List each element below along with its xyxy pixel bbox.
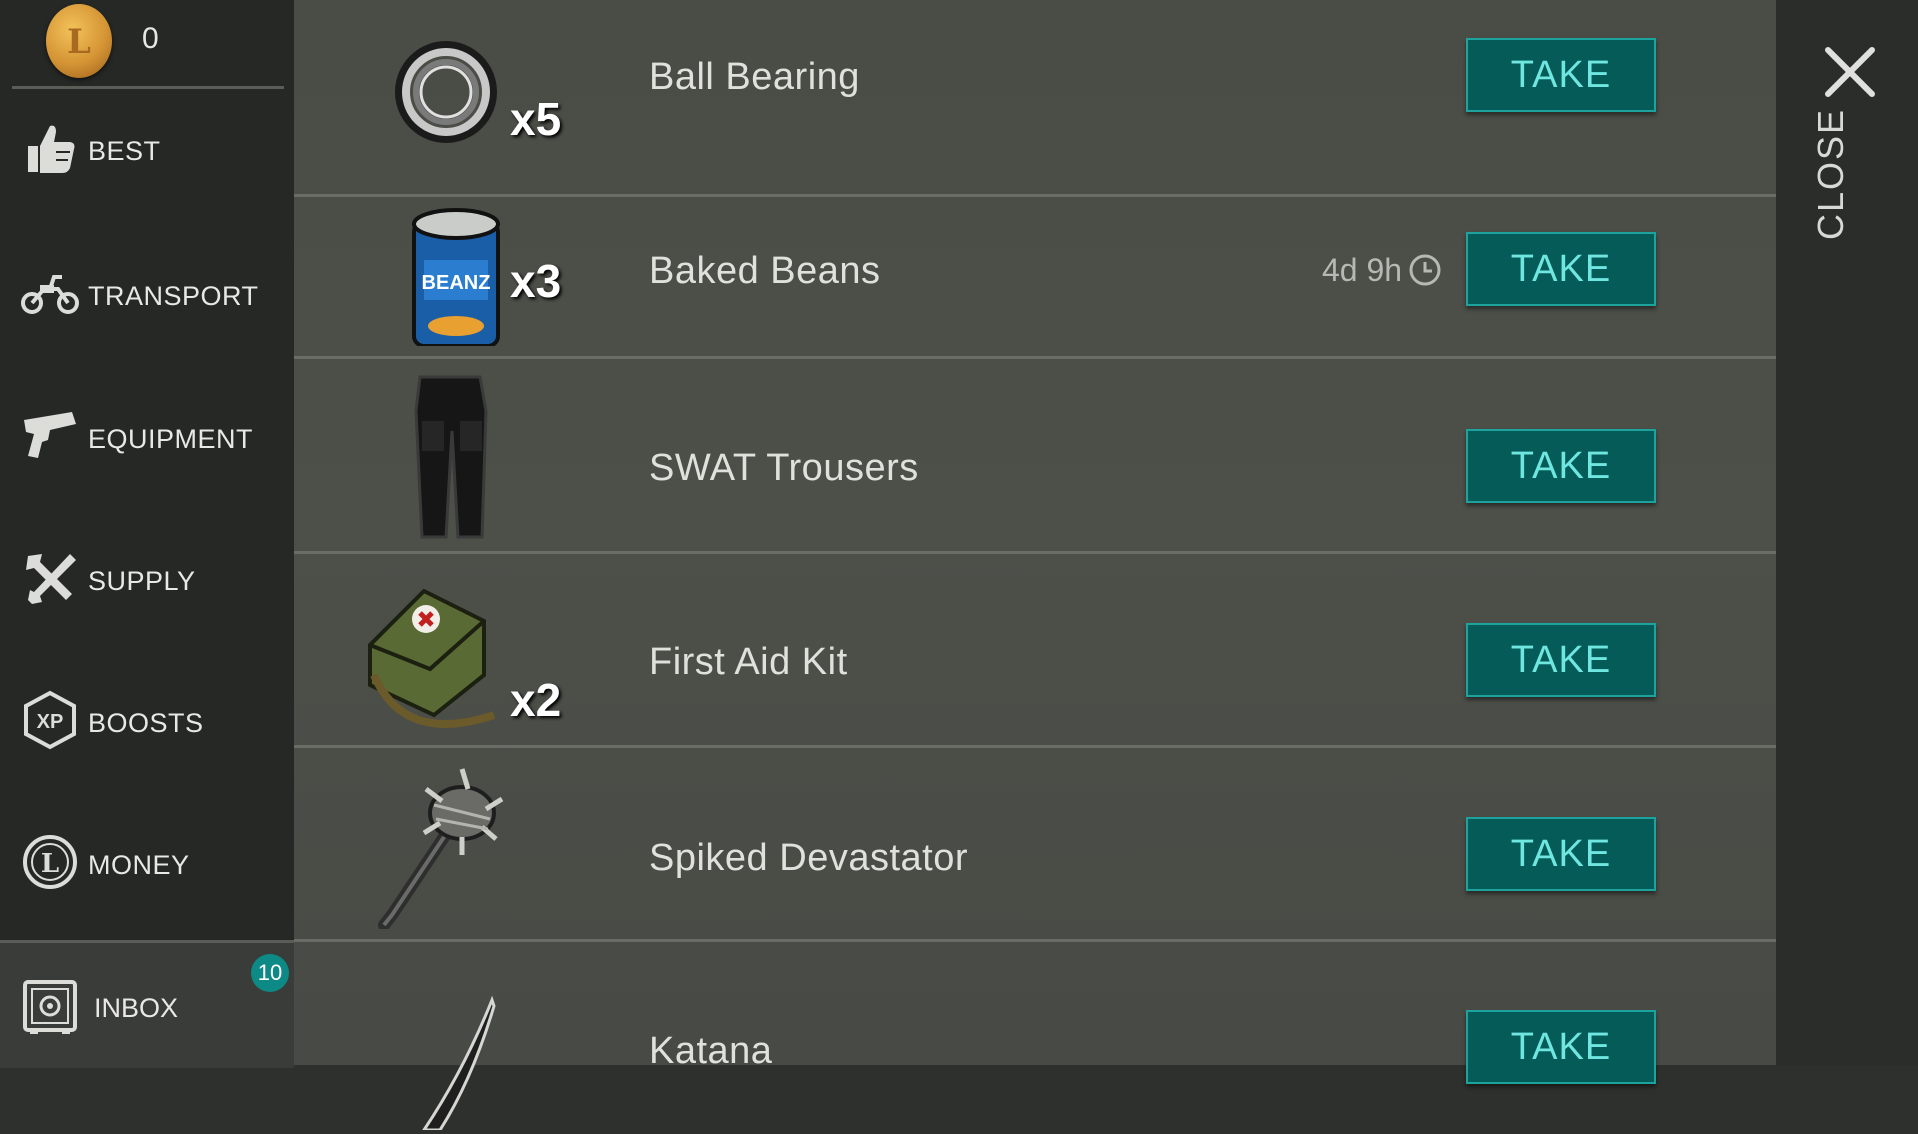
item-name: First Aid Kit — [649, 641, 848, 683]
item-name: Baked Beans — [649, 250, 881, 292]
take-button[interactable]: TAKE — [1466, 232, 1656, 306]
coin-balance: 0 — [142, 22, 159, 55]
inbox-item-list[interactable]: x5 Ball Bearing TAKE BEANZ x3 Baked Bean… — [294, 0, 1776, 1130]
sidebar-item-inbox[interactable]: INBOX — [0, 940, 294, 1068]
take-button[interactable]: TAKE — [1466, 429, 1656, 503]
xp-icon-text: XP — [37, 711, 64, 733]
spiked-mace-icon — [378, 768, 504, 929]
trousers-icon — [414, 375, 488, 539]
coin-icon: L — [46, 4, 112, 78]
list-item: SWAT Trousers TAKE — [294, 357, 1776, 554]
katana-icon — [422, 995, 496, 1130]
take-button[interactable]: TAKE — [1466, 623, 1656, 697]
list-item: Spiked Devastator TAKE — [294, 745, 1776, 942]
sidebar-item-transport[interactable]: TRANSPORT — [0, 235, 294, 355]
sidebar-item-boosts[interactable]: XP BOOSTS — [0, 662, 294, 782]
sidebar-item-label: EQUIPMENT — [88, 424, 254, 454]
expiry-timer: 4d 9h — [1322, 252, 1403, 288]
take-button[interactable]: TAKE — [1466, 38, 1656, 112]
sidebar-item-label: TRANSPORT — [88, 281, 259, 311]
item-name: SWAT Trousers — [649, 447, 919, 489]
first-aid-bag-icon — [368, 588, 496, 728]
ball-bearing-icon — [395, 41, 497, 143]
item-quantity: x5 — [510, 93, 562, 145]
item-name: Katana — [649, 1030, 773, 1072]
sidebar-item-equipment[interactable]: EQUIPMENT — [0, 378, 294, 498]
sidebar-item-label: MONEY — [88, 850, 190, 880]
inbox-label: INBOX — [94, 993, 179, 1023]
list-item: BEANZ x3 Baked Beans 4d 9h TAKE — [294, 162, 1776, 359]
item-name: Ball Bearing — [649, 56, 860, 98]
safe-icon — [23, 980, 77, 1034]
sidebar-item-supply[interactable]: SUPPLY — [0, 520, 294, 640]
inbox-count-badge: 10 — [251, 954, 289, 992]
sidebar-item-label: BEST — [88, 136, 161, 166]
thumbs-up-icon — [28, 125, 75, 173]
item-name: Spiked Devastator — [649, 837, 968, 879]
take-button[interactable]: TAKE — [1466, 817, 1656, 891]
sidebar-item-label: SUPPLY — [88, 566, 196, 596]
coin-symbol: L — [67, 22, 91, 62]
sidebar-item-best[interactable]: BEST — [0, 92, 294, 212]
take-button[interactable]: TAKE — [1466, 1010, 1656, 1084]
item-quantity: x2 — [510, 674, 562, 726]
crossed-tools-icon — [26, 554, 76, 604]
can-label-text: BEANZ — [422, 272, 491, 294]
coin-icon-text: L — [41, 849, 59, 879]
bean-can-icon: BEANZ — [412, 208, 500, 346]
sidebar: L 0 BEST TRANSPORT EQUIPMENT SUPPLY XP B… — [0, 0, 294, 1065]
close-button[interactable]: CLOSE — [1810, 108, 1852, 240]
sidebar-item-money[interactable]: L MONEY — [0, 804, 294, 924]
list-item: Katana TAKE — [294, 940, 1776, 1134]
close-icon[interactable] — [1824, 46, 1876, 98]
xp-hexagon-icon: XP — [24, 690, 76, 750]
clock-icon — [1409, 254, 1441, 286]
item-quantity: x3 — [510, 255, 562, 307]
pistol-icon — [24, 412, 76, 458]
sidebar-item-label: BOOSTS — [88, 708, 204, 738]
currency-row: L 0 — [12, 0, 284, 89]
list-item: x2 First Aid Kit TAKE — [294, 551, 1776, 748]
motorcycle-icon — [21, 275, 79, 314]
coin-outline-icon: L — [23, 835, 77, 889]
